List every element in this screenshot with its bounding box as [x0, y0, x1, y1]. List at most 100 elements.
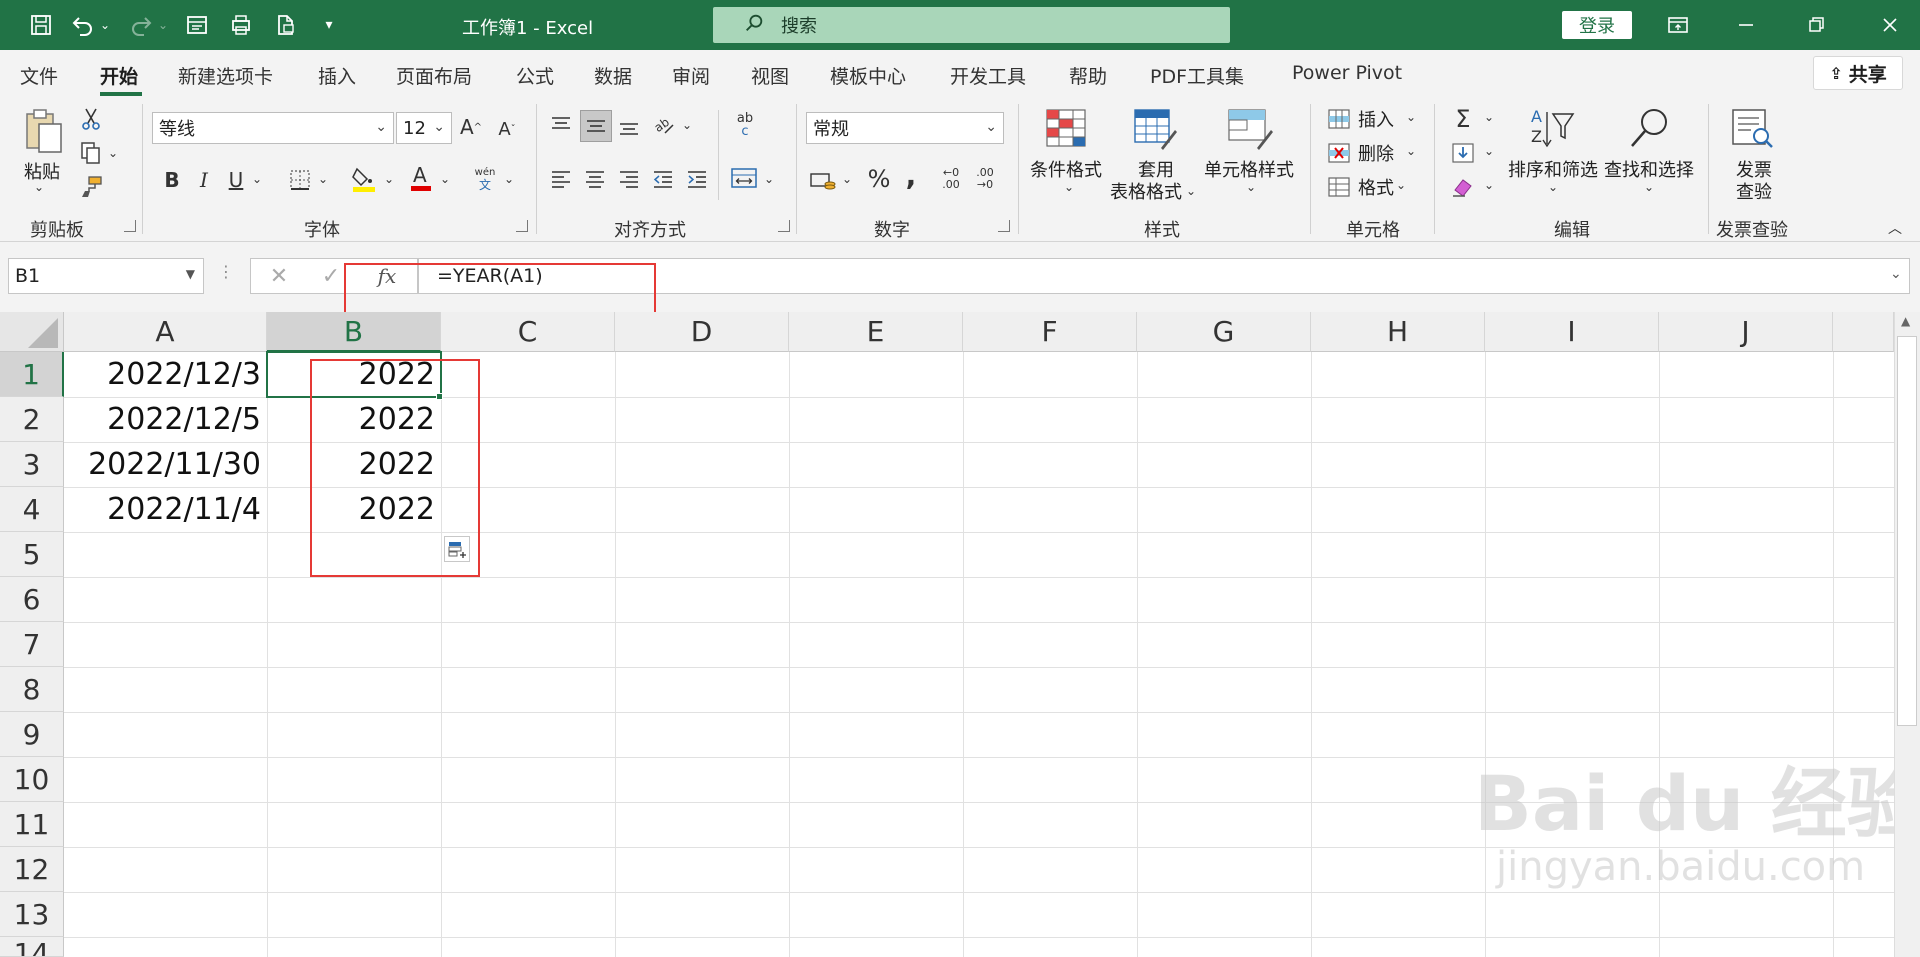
- row-header-13[interactable]: 13: [0, 892, 64, 937]
- conditional-dropdown-icon[interactable]: ⌄: [1064, 180, 1074, 194]
- phonetic-dropdown-icon[interactable]: ⌄: [504, 172, 514, 186]
- row-header-2[interactable]: 2: [0, 397, 64, 442]
- tab-template-center[interactable]: 模板中心: [830, 62, 906, 89]
- find-select-icon[interactable]: [1626, 106, 1672, 152]
- increase-font-size-icon[interactable]: A ^: [458, 114, 484, 140]
- tab-pdf-tools[interactable]: PDF工具集: [1150, 62, 1244, 89]
- tab-new-tab[interactable]: 新建选项卡: [178, 62, 273, 89]
- align-right-icon[interactable]: [616, 166, 642, 192]
- tab-developer[interactable]: 开发工具: [950, 62, 1026, 89]
- more-options-icon[interactable]: ⋮: [218, 262, 234, 281]
- sort-filter-label[interactable]: 排序和筛选: [1508, 156, 1598, 182]
- decrease-font-size-icon[interactable]: Aˇ: [494, 116, 520, 142]
- decrease-indent-icon[interactable]: [650, 166, 676, 192]
- form-icon[interactable]: [184, 12, 210, 38]
- orientation-dropdown-icon[interactable]: ⌄: [682, 118, 692, 132]
- row-header-4[interactable]: 4: [0, 487, 64, 532]
- column-header-i[interactable]: I: [1485, 312, 1659, 352]
- italic-button[interactable]: I: [192, 166, 216, 194]
- clear-dropdown-icon[interactable]: ⌄: [1484, 178, 1494, 192]
- cancel-entry-icon[interactable]: ✕: [264, 260, 294, 292]
- customize-toolbar-icon[interactable]: ▾: [316, 12, 342, 38]
- copy-dropdown-icon[interactable]: ⌄: [108, 146, 118, 160]
- delete-cells-dropdown-icon[interactable]: ⌄: [1406, 144, 1416, 158]
- print-preview-icon[interactable]: [228, 12, 254, 38]
- paste-dropdown-icon[interactable]: ⌄: [34, 180, 44, 194]
- format-cells-label[interactable]: 格式: [1358, 174, 1394, 200]
- undo-dropdown-icon[interactable]: ⌄: [98, 12, 112, 38]
- row-header-10[interactable]: 10: [0, 757, 64, 802]
- name-box[interactable]: B1 ▼: [8, 258, 204, 294]
- column-header-c[interactable]: C: [441, 312, 615, 352]
- delete-cells-icon[interactable]: [1326, 140, 1352, 166]
- column-header-b[interactable]: B: [267, 312, 441, 352]
- row-header-1[interactable]: 1: [0, 352, 64, 397]
- login-button[interactable]: 登录: [1562, 11, 1632, 39]
- underline-button[interactable]: U: [224, 166, 248, 194]
- share-button[interactable]: ⇪ 共享: [1813, 56, 1903, 90]
- increase-decimal-icon[interactable]: ←0 .00: [936, 164, 966, 194]
- font-name-select[interactable]: 等线 ⌄: [152, 112, 394, 144]
- row-header-12[interactable]: 12: [0, 847, 64, 892]
- search-box[interactable]: 搜索: [713, 7, 1230, 43]
- format-painter-icon[interactable]: [78, 174, 104, 200]
- align-left-icon[interactable]: [548, 166, 574, 192]
- clipboard-dialog-launcher-icon[interactable]: [124, 220, 136, 232]
- invoice-check-icon[interactable]: [1728, 106, 1776, 150]
- column-header-h[interactable]: H: [1311, 312, 1485, 352]
- scroll-up-icon[interactable]: ▲: [1901, 314, 1910, 328]
- fill-color-icon[interactable]: [350, 164, 378, 194]
- row-header-8[interactable]: 8: [0, 667, 64, 712]
- row-header-11[interactable]: 11: [0, 802, 64, 847]
- column-header-g[interactable]: G: [1137, 312, 1311, 352]
- tab-file[interactable]: 文件: [20, 62, 58, 89]
- tab-insert[interactable]: 插入: [318, 62, 356, 89]
- increase-indent-icon[interactable]: [684, 166, 710, 192]
- font-size-select[interactable]: 12 ⌄: [396, 112, 452, 144]
- delete-cells-label[interactable]: 删除: [1358, 140, 1394, 166]
- alignment-dialog-launcher-icon[interactable]: [778, 220, 790, 232]
- sort-filter-dropdown-icon[interactable]: ⌄: [1548, 180, 1558, 194]
- borders-dropdown-icon[interactable]: ⌄: [318, 172, 328, 186]
- column-header-e[interactable]: E: [789, 312, 963, 352]
- row-header-6[interactable]: 6: [0, 577, 64, 622]
- find-select-dropdown-icon[interactable]: ⌄: [1644, 180, 1654, 194]
- decrease-decimal-icon[interactable]: .00 →0: [970, 164, 1000, 194]
- cell-a2[interactable]: 2022/12/5: [64, 397, 267, 442]
- accounting-format-icon[interactable]: [808, 166, 838, 194]
- copy-icon[interactable]: [78, 140, 104, 166]
- percent-style-button[interactable]: %: [866, 164, 892, 194]
- close-icon[interactable]: [1876, 12, 1904, 38]
- format-cells-dropdown-icon[interactable]: ⌄: [1396, 178, 1406, 192]
- phonetic-guide-icon[interactable]: wén 文: [470, 164, 500, 194]
- document-icon[interactable]: [272, 12, 298, 38]
- paste-icon[interactable]: [20, 106, 66, 156]
- undo-icon[interactable]: [70, 12, 96, 38]
- align-bottom-icon[interactable]: [616, 114, 642, 140]
- comma-style-button[interactable]: ,: [900, 159, 922, 192]
- insert-cells-icon[interactable]: [1326, 106, 1352, 132]
- tab-formulas[interactable]: 公式: [516, 62, 554, 89]
- wrap-text-icon[interactable]: ab c: [730, 110, 760, 140]
- cut-icon[interactable]: [78, 106, 104, 132]
- number-format-select[interactable]: 常规 ⌄: [806, 112, 1004, 144]
- format-cells-icon[interactable]: [1326, 174, 1352, 200]
- row-header-9[interactable]: 9: [0, 712, 64, 757]
- minimize-icon[interactable]: [1732, 12, 1760, 38]
- worksheet-grid[interactable]: A B C D E F G H I J 1 2 3 4 5 6 7 8 9 10…: [0, 312, 1920, 957]
- cell-styles-label[interactable]: 单元格样式: [1204, 156, 1294, 182]
- cell-a3[interactable]: 2022/11/30: [64, 442, 267, 487]
- orientation-icon[interactable]: ab: [650, 110, 678, 138]
- column-header-d[interactable]: D: [615, 312, 789, 352]
- font-color-icon[interactable]: A: [408, 162, 434, 194]
- confirm-entry-icon[interactable]: ✓: [316, 260, 346, 292]
- autosum-icon[interactable]: Σ: [1450, 105, 1476, 133]
- expand-formula-bar-icon[interactable]: ⌄: [1890, 266, 1902, 282]
- ribbon-display-icon[interactable]: [1664, 12, 1692, 38]
- accounting-dropdown-icon[interactable]: ⌄: [842, 172, 852, 186]
- redo-icon[interactable]: [128, 12, 154, 38]
- row-header-5[interactable]: 5: [0, 532, 64, 577]
- merge-center-icon[interactable]: [728, 164, 760, 192]
- tab-page-layout[interactable]: 页面布局: [396, 62, 472, 89]
- row-header-7[interactable]: 7: [0, 622, 64, 667]
